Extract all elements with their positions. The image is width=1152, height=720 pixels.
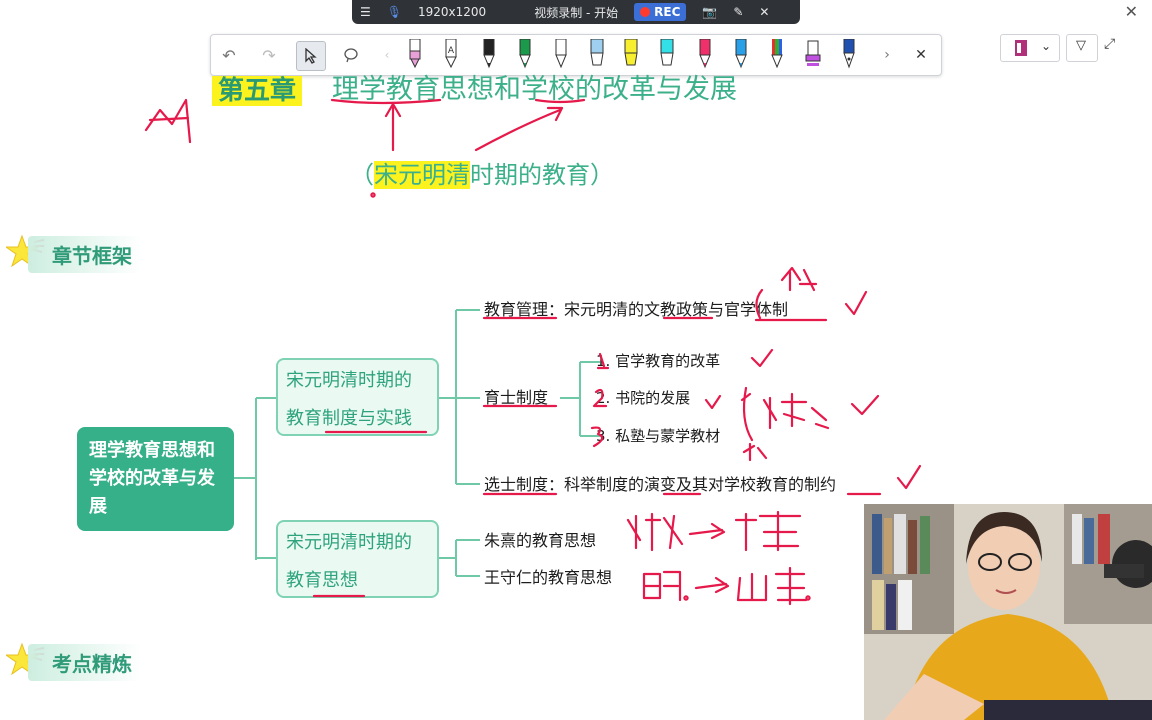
ink-guanxue-2	[742, 442, 768, 462]
ink-dot-2	[683, 595, 689, 601]
ink-check-4	[850, 394, 880, 416]
ink-check-5	[896, 464, 922, 490]
ink-arrow-2	[694, 576, 730, 594]
ink-bracket	[740, 386, 754, 442]
ink-arrow-1	[688, 522, 726, 540]
ink-dot	[370, 192, 376, 198]
ink-guanxue-1	[762, 392, 830, 430]
ink-nansong	[626, 512, 684, 552]
ink-lixue	[734, 510, 802, 552]
ink-num-1	[596, 352, 610, 370]
ink-underline-title-2	[534, 98, 586, 104]
ink-dot-3	[805, 595, 811, 601]
ink-ming	[642, 570, 682, 602]
ink-check-3	[704, 394, 722, 410]
ink-lue-char	[780, 266, 818, 292]
ink-xin	[736, 572, 768, 602]
ink-arrow-up	[384, 102, 402, 152]
ink-num-2	[592, 388, 608, 408]
ink-check-2	[750, 348, 774, 368]
webcam-overlay	[864, 504, 1152, 720]
ink-check-1	[844, 290, 868, 316]
ink-paren	[755, 288, 764, 320]
ink-num-3	[590, 426, 604, 448]
ink-underline-title-1	[330, 98, 442, 105]
ink-scribble	[144, 98, 192, 144]
presenter-video	[864, 504, 1152, 720]
ink-arrow-diag	[474, 106, 564, 152]
ink-underline-policy	[662, 316, 828, 322]
ink-xue	[774, 566, 808, 606]
